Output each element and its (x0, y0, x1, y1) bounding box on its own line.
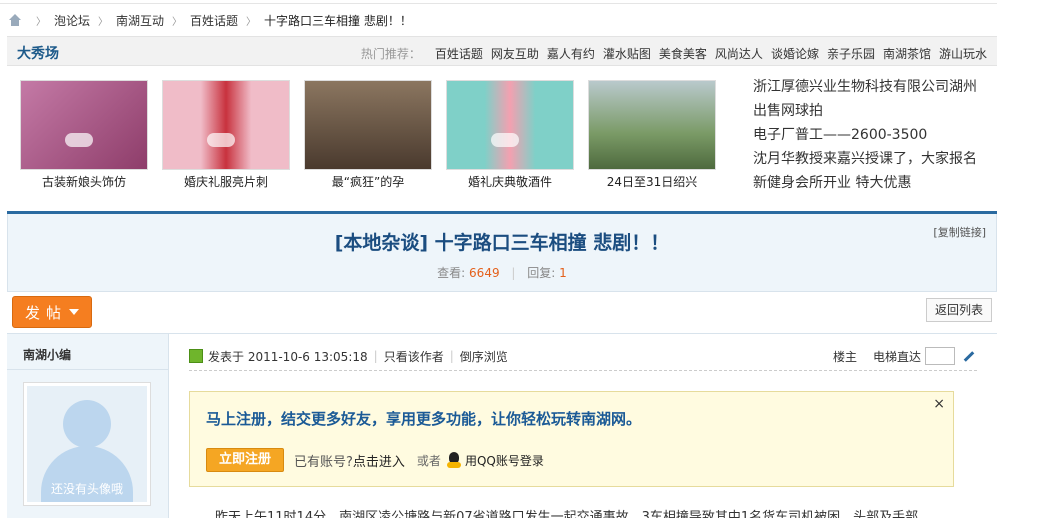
hot-link[interactable]: 嘉人有约 (547, 45, 595, 62)
thumb-caption[interactable]: 24日至31日绍兴 (588, 173, 716, 190)
qq-login-link[interactable]: 用QQ账号登录 (465, 452, 544, 469)
meta-divider: | (449, 349, 454, 363)
ad-link[interactable]: 浙江厚德兴业生物科技有限公司湖州 (753, 75, 993, 99)
hot-link[interactable]: 谈婚论嫁 (771, 45, 819, 62)
author-name[interactable]: 南湖小编 (23, 346, 71, 363)
register-prompt: 马上注册，结交更多好友，享用更多功能，让你轻松玩转南湖网。 × 立即注册 已有账… (189, 391, 954, 487)
back-to-list-button[interactable]: 返回列表 (926, 298, 992, 322)
ad-link-list: 浙江厚德兴业生物科技有限公司湖州 出售网球拍 电子厂普工——2600-3500 … (753, 75, 993, 195)
sidebar-divider (7, 369, 168, 370)
views-label: 查看: (437, 266, 466, 280)
only-author-link[interactable]: 只看该作者 (384, 348, 444, 365)
avatar-placeholder-text: 还没有头像哦 (50, 482, 123, 496)
replies-label: 回复: (527, 266, 556, 280)
post-date: 发表于 2011-10-6 13:05:18 (208, 349, 368, 364)
stats-divider: | (511, 266, 516, 280)
hot-link[interactable]: 南湖茶馆 (883, 45, 931, 62)
breadcrumb-forum[interactable]: 泡论坛 (54, 12, 90, 29)
ad-link[interactable]: 电子厂普工——2600-3500 (753, 123, 993, 147)
avatar[interactable]: 还没有头像哦 (23, 382, 151, 506)
showcase-thumb[interactable]: 最“疯狂”的孕 (304, 80, 432, 190)
has-account-label: 已有账号? (294, 454, 353, 470)
showcase-header: 大秀场 热门推荐： 百姓话题 网友互助 嘉人有约 灌水贴图 美食美客 风尚达人 … (7, 36, 997, 66)
reverse-order-link[interactable]: 倒序浏览 (460, 348, 508, 365)
post-body: 昨天上午11时14分，南湖区凌公塘路与新07省道路口发生一起交通事故，3车相撞导… (215, 510, 919, 518)
breadcrumb-current: 十字路口三车相撞 悲剧！！ (264, 13, 412, 28)
hot-label: 热门推荐： (360, 47, 421, 61)
breadcrumb-board[interactable]: 百姓话题 (190, 12, 238, 29)
thumb-caption[interactable]: 婚庆礼服亮片刺 (162, 173, 290, 190)
chevron-right-icon: 〉 (246, 16, 257, 28)
hot-link[interactable]: 网友互助 (491, 45, 539, 62)
ad-link[interactable]: 沈月华教授来嘉兴授课了，大家报名 (753, 147, 993, 171)
new-post-button[interactable]: 发帖 (12, 296, 92, 328)
thumb-caption[interactable]: 古装新娘头饰仿 (20, 173, 148, 190)
chevron-right-icon: 〉 (36, 16, 46, 28)
meta-divider: | (373, 349, 378, 363)
qq-icon (446, 452, 461, 468)
thumb-image[interactable] (162, 80, 290, 170)
ad-link[interactable]: 出售网球拍 (753, 99, 993, 123)
online-status-icon (189, 349, 203, 363)
hot-link[interactable]: 亲子乐园 (827, 45, 875, 62)
chevron-right-icon: 〉 (98, 16, 109, 28)
hot-link[interactable]: 风尚达人 (715, 45, 763, 62)
replies-count: 1 (559, 266, 567, 280)
floor-jump-input[interactable] (925, 347, 955, 365)
go-arrow-icon[interactable] (961, 349, 977, 363)
post: 南湖小编 还没有头像哦 发表于 2011-10-6 13:05:18 | 只看该… (7, 333, 997, 518)
topic-title: [本地杂谈] 十字路口三车相撞 悲剧！！ (334, 232, 670, 254)
topic-stats: 查看: 6649 | 回复: 1 (8, 264, 996, 281)
or-label: 或者 (416, 453, 441, 468)
showcase-panel: 古装新娘头饰仿 婚庆礼服亮片刺 最“疯狂”的孕 婚礼庆典敬酒件 24日至31日绍… (7, 67, 997, 205)
home-icon[interactable] (8, 14, 22, 26)
floor-label: 楼主 (832, 349, 857, 364)
thumb-image[interactable] (20, 80, 148, 170)
showcase-thumb[interactable]: 婚庆礼服亮片刺 (162, 80, 290, 190)
floor-jump: 楼主 电梯直达 (833, 347, 977, 365)
top-divider (0, 3, 997, 4)
hot-links: 热门推荐： 百姓话题 网友互助 嘉人有约 灌水贴图 美食美客 风尚达人 谈婚论嫁… (361, 45, 987, 62)
register-button[interactable]: 立即注册 (206, 448, 284, 472)
copy-link-button[interactable]: [复制链接] (933, 224, 986, 240)
avatar-placeholder-icon: 还没有头像哦 (27, 386, 147, 502)
showcase-thumb[interactable]: 24日至31日绍兴 (588, 80, 716, 190)
ad-link[interactable]: 新健身会所开业 特大优惠 (753, 171, 993, 195)
chevron-right-icon: 〉 (172, 16, 183, 28)
new-post-label: 发帖 (25, 303, 68, 322)
breadcrumb: 〉 泡论坛 〉 南湖互动 〉 百姓话题 〉 十字路口三车相撞 悲剧！！ (8, 11, 412, 29)
register-actions: 立即注册 已有账号? 点击进入 或者 用QQ账号登录 (206, 448, 544, 472)
login-link[interactable]: 点击进入 (353, 451, 405, 470)
showcase-thumb[interactable]: 古装新娘头饰仿 (20, 80, 148, 190)
hot-link[interactable]: 游山玩水 (939, 45, 987, 62)
breadcrumb-section[interactable]: 南湖互动 (116, 12, 164, 29)
thumb-image[interactable] (304, 80, 432, 170)
hot-link[interactable]: 灌水贴图 (603, 45, 651, 62)
register-promo-text: 马上注册，结交更多好友，享用更多功能，让你轻松玩转南湖网。 (206, 410, 642, 428)
hot-link[interactable]: 美食美客 (659, 45, 707, 62)
thumb-caption[interactable]: 婚礼庆典敬酒件 (446, 173, 574, 190)
post-meta: 发表于 2011-10-6 13:05:18 | 只看该作者 | 倒序浏览 楼主… (189, 346, 977, 366)
thumb-image[interactable] (446, 80, 574, 170)
chevron-down-icon (69, 309, 80, 315)
meta-separator (189, 370, 977, 371)
hot-link[interactable]: 百姓话题 (435, 45, 483, 62)
thumb-image[interactable] (588, 80, 716, 170)
close-icon[interactable]: × (933, 396, 945, 412)
post-author-sidebar: 南湖小编 还没有头像哦 (7, 334, 169, 518)
showcase-thumb[interactable]: 婚礼庆典敬酒件 (446, 80, 574, 190)
thumb-caption[interactable]: 最“疯狂”的孕 (304, 173, 432, 190)
views-count: 6649 (469, 266, 500, 280)
topic-header: [本地杂谈] 十字路口三车相撞 悲剧！！ 查看: 6649 | 回复: 1 [复… (7, 214, 997, 292)
showcase-title[interactable]: 大秀场 (17, 43, 59, 63)
jump-label: 电梯直达 (872, 349, 921, 364)
